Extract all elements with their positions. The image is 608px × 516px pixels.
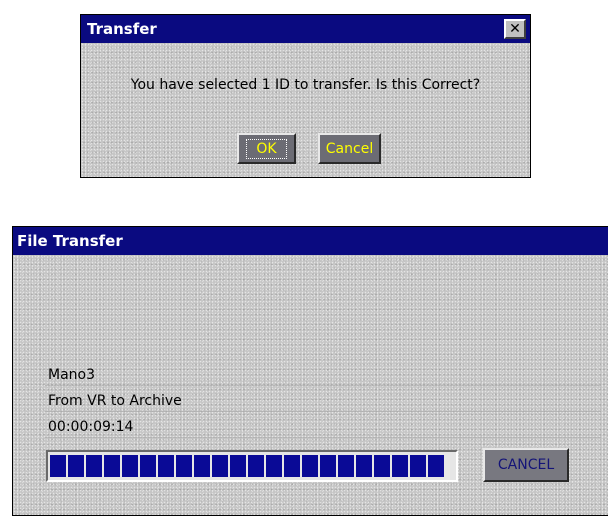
divider: [45, 437, 601, 438]
progress-segment: [212, 455, 228, 477]
confirm-dialog: Transfer ✕ You have selected 1 ID to tra…: [80, 14, 531, 178]
item-name: Mano3: [48, 367, 96, 383]
ok-button[interactable]: OK: [237, 133, 296, 164]
progress-segment: [176, 455, 192, 477]
progress-segment: [356, 455, 372, 477]
transfer-route: From VR to Archive: [48, 393, 182, 409]
progress-segment: [86, 455, 102, 477]
close-button[interactable]: ✕: [504, 19, 526, 39]
progress-segment: [104, 455, 120, 477]
progress-segment: [68, 455, 84, 477]
file-transfer-titlebar[interactable]: File Transfer: [13, 227, 608, 255]
divider: [45, 411, 601, 412]
progress-segment: [392, 455, 408, 477]
confirm-dialog-title: Transfer: [87, 20, 157, 38]
file-transfer-dialog: File Transfer Mano3 From VR to Archive 0…: [12, 226, 608, 516]
progress-fill: [50, 455, 454, 477]
progress-bar: [46, 450, 458, 482]
progress-segment: [302, 455, 318, 477]
progress-segment: [50, 455, 66, 477]
progress-segment: [248, 455, 264, 477]
file-transfer-title: File Transfer: [17, 232, 123, 250]
progress-segment: [140, 455, 156, 477]
progress-segment: [230, 455, 246, 477]
cancel-button-label: Cancel: [325, 140, 374, 157]
confirm-dialog-body: You have selected 1 ID to transfer. Is t…: [81, 43, 530, 177]
progress-segment: [158, 455, 174, 477]
cancel-transfer-label: CANCEL: [497, 457, 555, 473]
divider: [45, 385, 601, 386]
progress-segment: [428, 455, 444, 477]
progress-segment: [320, 455, 336, 477]
progress-segment: [374, 455, 390, 477]
file-transfer-body: Mano3 From VR to Archive 00:00:09:14 CAN…: [13, 255, 608, 515]
progress-segment: [284, 455, 300, 477]
progress-segment: [122, 455, 138, 477]
progress-segment: [410, 455, 426, 477]
progress-segment: [338, 455, 354, 477]
close-icon: ✕: [509, 21, 521, 37]
confirm-message: You have selected 1 ID to transfer. Is t…: [130, 77, 481, 93]
confirm-dialog-titlebar[interactable]: Transfer ✕: [81, 15, 530, 43]
progress-segment: [266, 455, 282, 477]
ok-button-label: OK: [246, 138, 287, 159]
timecode: 00:00:09:14: [48, 419, 134, 435]
cancel-button[interactable]: Cancel: [318, 133, 381, 164]
progress-segment: [194, 455, 210, 477]
cancel-transfer-button[interactable]: CANCEL: [483, 448, 569, 482]
